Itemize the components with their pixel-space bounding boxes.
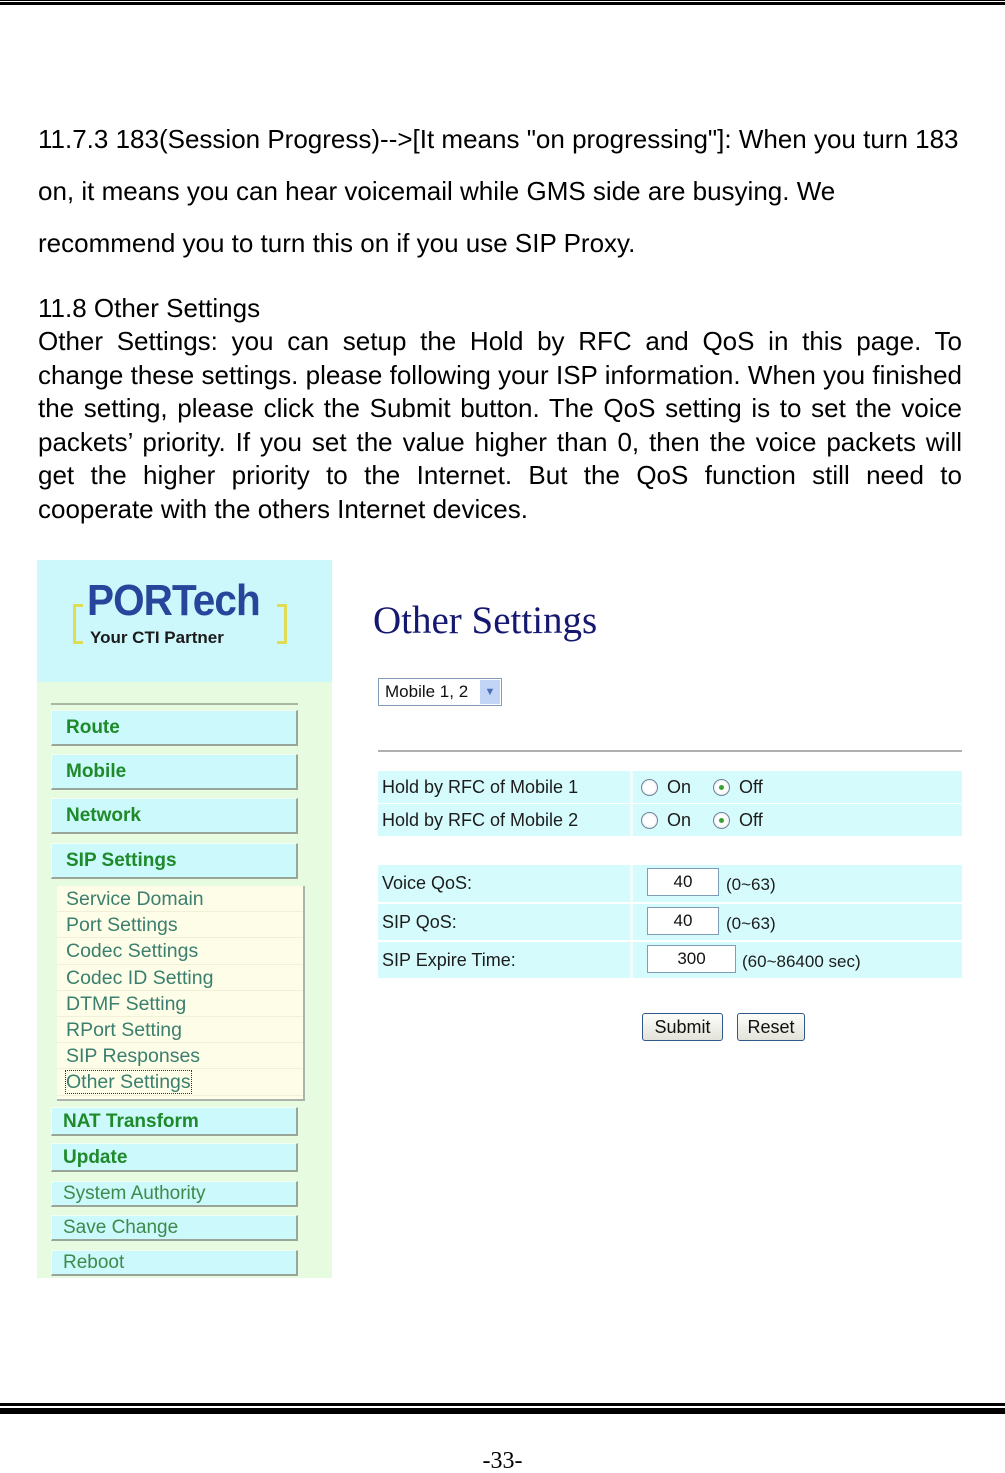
submit-button[interactable]: Submit — [642, 1013, 723, 1041]
sidebar: PORTech Your CTI Partner Route Mobile Ne… — [37, 560, 332, 1278]
nav-nat-transform[interactable]: NAT Transform — [51, 1107, 298, 1136]
voice-qos-row: Voice QoS: 40 (0~63) — [378, 865, 962, 902]
cell-separator — [630, 804, 633, 836]
voice-qos-input[interactable]: 40 — [647, 868, 719, 896]
nav-mobile[interactable]: Mobile — [51, 754, 298, 790]
submenu-port-settings[interactable]: Port Settings — [57, 912, 303, 939]
hold-rfc-mobile-1-off-radio[interactable] — [713, 778, 731, 796]
section-11-8-body: Other Settings: you can setup the Hold b… — [38, 326, 962, 524]
page-title: Other Settings — [373, 599, 598, 642]
other-settings-screenshot: PORTech Your CTI Partner Route Mobile Ne… — [37, 560, 962, 1278]
voice-qos-label: Voice QoS: — [382, 873, 473, 893]
nav-update[interactable]: Update — [51, 1143, 298, 1172]
nav-system-authority[interactable]: System Authority — [51, 1181, 298, 1207]
page-number: -33- — [482, 1448, 523, 1473]
radio-off-label: Off — [739, 809, 763, 830]
section-11-8-heading: 11.8 Other Settings — [38, 293, 261, 323]
hold-rfc-mobile-2-row: Hold by RFC of Mobile 2 On Off — [378, 804, 962, 836]
hold-rfc-mobile-1-options: On Off — [641, 771, 785, 803]
nav-route[interactable]: Route — [51, 710, 298, 746]
sidebar-divider — [51, 703, 298, 705]
cell-separator — [630, 942, 633, 978]
reset-button[interactable]: Reset — [737, 1013, 805, 1041]
sip-expire-time-row: SIP Expire Time: 300 (60~86400 sec) — [378, 942, 962, 978]
hold-rfc-mobile-1-row: Hold by RFC of Mobile 1 On Off — [378, 771, 962, 803]
chevron-down-icon[interactable]: ▼ — [480, 680, 500, 704]
sip-qos-label: SIP QoS: — [382, 912, 457, 932]
hold-rfc-mobile-1-label: Hold by RFC of Mobile 1 — [382, 777, 579, 797]
submenu-dtmf-setting[interactable]: DTMF Setting — [57, 991, 303, 1017]
radio-on-label: On — [667, 809, 692, 830]
logo-area: PORTech Your CTI Partner — [37, 560, 332, 682]
submenu-other-settings-label: Other Settings — [65, 1070, 192, 1095]
hold-rfc-mobile-2-label: Hold by RFC of Mobile 2 — [382, 810, 579, 830]
footer-rule — [0, 1403, 1005, 1414]
nav-save-change[interactable]: Save Change — [51, 1215, 298, 1241]
submenu-sip-responses[interactable]: SIP Responses — [57, 1043, 303, 1070]
sip-qos-input[interactable]: 40 — [647, 907, 719, 935]
sip-expire-time-range: (60~86400 sec) — [742, 952, 861, 971]
section-11-7-3-text: 11.7.3 183(Session Progress)-->[It means… — [38, 124, 959, 258]
cell-separator — [630, 904, 633, 940]
radio-on-label: On — [667, 776, 692, 797]
cell-separator — [630, 771, 633, 803]
submenu-rport-setting[interactable]: RPort Setting — [57, 1017, 303, 1044]
sip-settings-submenu: Service Domain Port Settings Codec Setti… — [57, 886, 305, 1101]
submenu-service-domain[interactable]: Service Domain — [57, 886, 303, 913]
logo-brand: PORTech — [87, 576, 261, 625]
portech-logo: PORTech Your CTI Partner — [73, 576, 287, 652]
radio-off-label: Off — [739, 776, 763, 797]
sip-expire-time-input[interactable]: 300 — [647, 945, 736, 973]
sip-qos-row: SIP QoS: 40 (0~63) — [378, 904, 962, 940]
hold-rfc-mobile-2-off-radio[interactable] — [713, 811, 731, 829]
submenu-codec-id-setting[interactable]: Codec ID Setting — [57, 965, 303, 991]
submenu-codec-settings[interactable]: Codec Settings — [57, 938, 303, 965]
cell-separator — [630, 865, 633, 902]
nav-sip-settings[interactable]: SIP Settings — [51, 843, 298, 879]
mobile-select[interactable]: Mobile 1, 2 ▼ — [378, 678, 502, 706]
hold-rfc-mobile-2-on-radio[interactable] — [641, 811, 658, 829]
sip-qos-range: (0~63) — [726, 914, 776, 933]
hold-rfc-mobile-2-options: On Off — [641, 804, 785, 836]
main-panel: Other Settings Mobile 1, 2 ▼ Hold by RFC… — [332, 560, 962, 1278]
hold-rfc-mobile-1-on-radio[interactable] — [641, 778, 658, 796]
logo-bracket-left — [73, 604, 83, 644]
logo-bracket-right — [277, 604, 287, 644]
nav-network[interactable]: Network — [51, 798, 298, 834]
sip-expire-time-label: SIP Expire Time: — [382, 950, 516, 970]
header-rule — [0, 0, 1005, 5]
logo-tagline: Your CTI Partner — [90, 628, 224, 647]
mobile-select-value: Mobile 1, 2 — [385, 682, 469, 701]
section-divider — [378, 750, 962, 752]
nav-reboot[interactable]: Reboot — [51, 1250, 298, 1276]
submenu-other-settings[interactable]: Other Settings — [57, 1069, 303, 1096]
voice-qos-range: (0~63) — [726, 875, 776, 894]
